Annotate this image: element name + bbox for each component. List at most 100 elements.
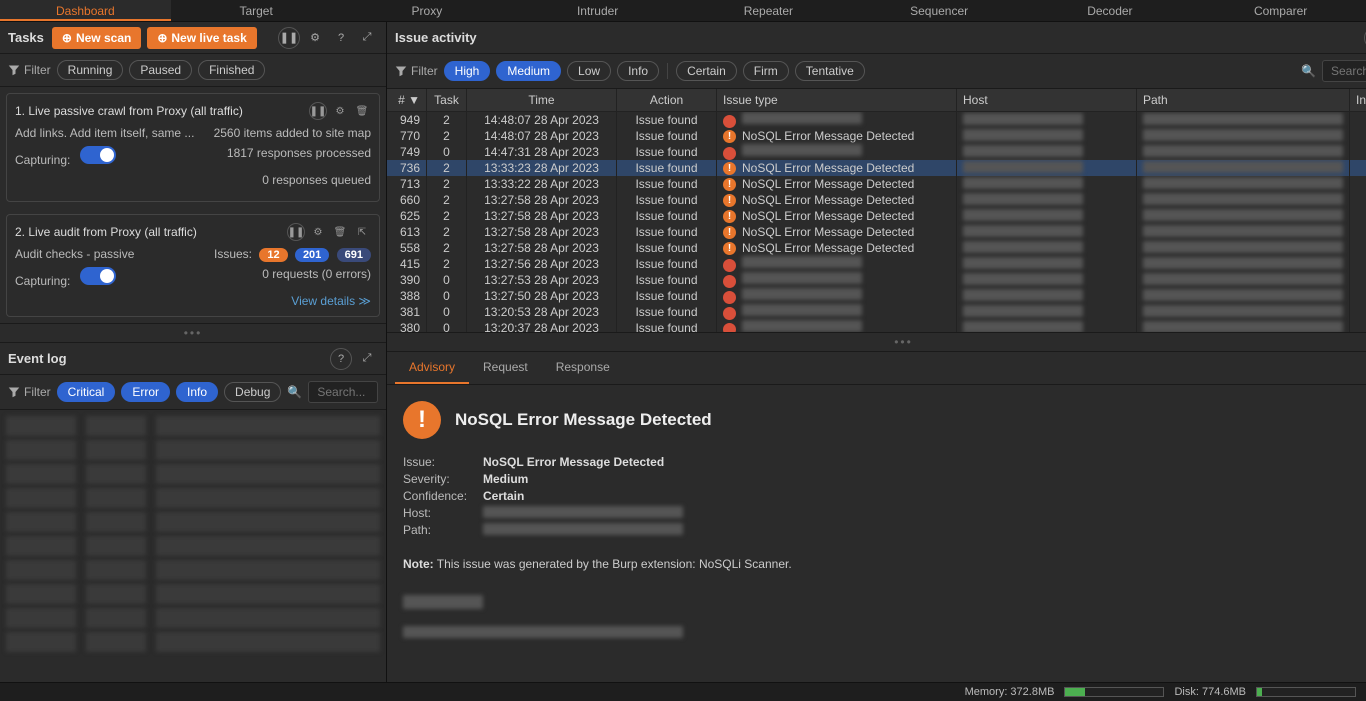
list-item[interactable]: [6, 632, 380, 652]
list-item[interactable]: [6, 416, 380, 436]
main-tab-proxy[interactable]: Proxy: [342, 0, 513, 21]
main-tab-bar: DashboardTargetProxyIntruderRepeaterSequ…: [0, 0, 1366, 22]
main-tab-decoder[interactable]: Decoder: [1025, 0, 1196, 21]
disk-label: Disk: 774.6MB: [1174, 686, 1246, 698]
issue-filter-bar: Filter High Medium Low Info Certain Firm…: [387, 54, 1366, 89]
expand-icon[interactable]: ⤢: [356, 27, 378, 49]
pill-debug[interactable]: Debug: [224, 382, 281, 402]
list-item[interactable]: [6, 440, 380, 460]
filter-label: Filter: [8, 385, 51, 399]
tab-advisory[interactable]: Advisory: [395, 352, 469, 384]
main-tab-dashboard[interactable]: Dashboard: [0, 0, 171, 21]
trash-icon[interactable]: 🗑: [353, 102, 371, 120]
popout-icon[interactable]: ⇱: [353, 223, 371, 241]
advisory-field: Severity:Medium: [403, 472, 1366, 486]
eventlog-search-input[interactable]: [308, 381, 378, 403]
th-type[interactable]: Issue type: [717, 89, 957, 111]
gear-icon[interactable]: ⚙: [309, 223, 327, 241]
funnel-icon: [8, 64, 20, 76]
trash-icon[interactable]: 🗑: [331, 223, 349, 241]
th-time[interactable]: Time: [467, 89, 617, 111]
search-icon: 🔍: [287, 385, 302, 399]
task-title: 1. Live passive crawl from Proxy (all tr…: [15, 104, 305, 118]
view-details-link[interactable]: View details ≫: [15, 294, 371, 308]
pill-high[interactable]: High: [444, 61, 491, 81]
pause-icon[interactable]: ❚❚: [309, 102, 327, 120]
main-tab-intruder[interactable]: Intruder: [512, 0, 683, 21]
th-path[interactable]: Path: [1137, 89, 1350, 111]
filter-running[interactable]: Running: [57, 60, 124, 80]
main-tab-target[interactable]: Target: [171, 0, 342, 21]
main-tab-repeater[interactable]: Repeater: [683, 0, 854, 21]
list-item[interactable]: [6, 560, 380, 580]
expand-icon[interactable]: ⤢: [356, 348, 378, 370]
tasks-header: Tasks ⊕ New scan ⊕ New live task ❚❚ ⚙ ? …: [0, 22, 386, 54]
issue-title: Issue activity: [395, 30, 477, 45]
pause-icon[interactable]: ❚❚: [287, 223, 305, 241]
new-live-task-button[interactable]: ⊕ New live task: [147, 27, 256, 49]
filter-label: Filter: [395, 64, 438, 78]
capturing-label: Capturing:: [15, 146, 116, 167]
filter-finished[interactable]: Finished: [198, 60, 265, 80]
task-title: 2. Live audit from Proxy (all traffic): [15, 225, 283, 239]
status-bar: Memory: 372.8MB Disk: 774.6MB: [0, 682, 1366, 701]
th-task[interactable]: Task: [427, 89, 467, 111]
task-stat: 0 requests (0 errors): [262, 267, 371, 288]
eventlog-table: [0, 410, 386, 682]
eventlog-header: Event log ? ⤢: [0, 343, 386, 375]
detail-tabs: Advisory Request Response: [387, 352, 1366, 385]
advisory-note: Note: This issue was generated by the Bu…: [403, 557, 1366, 571]
gear-icon[interactable]: ⚙: [331, 102, 349, 120]
new-scan-button[interactable]: ⊕ New scan: [52, 27, 141, 49]
list-item[interactable]: [6, 608, 380, 628]
pill-medium[interactable]: Medium: [496, 61, 561, 81]
tasks-filter-bar: Filter Running Paused Finished: [0, 54, 386, 87]
tab-response[interactable]: Response: [542, 352, 624, 384]
task-stat: 0 responses queued: [262, 173, 371, 187]
memory-meter: [1064, 687, 1164, 697]
main-tab-comparer[interactable]: Comparer: [1195, 0, 1366, 21]
issue-search-input[interactable]: [1322, 60, 1366, 82]
th-action[interactable]: Action: [617, 89, 717, 111]
plus-icon: ⊕: [157, 31, 167, 45]
filter-label: Filter: [8, 63, 51, 77]
capturing-toggle[interactable]: [80, 267, 116, 285]
list-item[interactable]: [6, 512, 380, 532]
pill-tentative[interactable]: Tentative: [795, 61, 865, 81]
list-item[interactable]: [6, 536, 380, 556]
h-splitter[interactable]: •••: [387, 332, 1366, 352]
pill-certain[interactable]: Certain: [676, 61, 737, 81]
settings-icon[interactable]: ⚙: [304, 27, 326, 49]
advisory-field: Confidence:Certain: [403, 489, 1366, 503]
advisory-field: Host:: [403, 506, 1366, 520]
tasks-title: Tasks: [8, 30, 44, 45]
capturing-label: Capturing:: [15, 267, 116, 288]
table-row[interactable]: 380013:20:37 28 Apr 2023Issue found: [387, 320, 1366, 332]
th-host[interactable]: Host: [957, 89, 1137, 111]
th-insertion[interactable]: Insertion: [1350, 89, 1366, 111]
pill-firm[interactable]: Firm: [743, 61, 789, 81]
th-num[interactable]: # ▼: [387, 89, 427, 111]
pill-critical[interactable]: Critical: [57, 382, 116, 402]
task-subtext: Add links. Add item itself, same ...: [15, 126, 194, 140]
h-splitter[interactable]: •••: [0, 323, 386, 343]
filter-paused[interactable]: Paused: [129, 60, 192, 80]
issue-table-header: # ▼ Task Time Action Issue type Host Pat…: [387, 89, 1366, 112]
main-tab-sequencer[interactable]: Sequencer: [854, 0, 1025, 21]
pause-all-button[interactable]: ❚❚: [278, 27, 300, 49]
help-icon[interactable]: ?: [330, 27, 352, 49]
advisory-field: Issue:NoSQL Error Message Detected: [403, 455, 1366, 469]
list-item[interactable]: [6, 584, 380, 604]
task-stat: 1817 responses processed: [227, 146, 371, 167]
severity-icon: [723, 323, 736, 332]
capturing-toggle[interactable]: [80, 146, 116, 164]
help-icon[interactable]: ?: [330, 348, 352, 370]
pill-low[interactable]: Low: [567, 61, 611, 81]
pill-error[interactable]: Error: [121, 382, 170, 402]
pill-info[interactable]: Info: [176, 382, 218, 402]
pill-info[interactable]: Info: [617, 61, 659, 81]
plus-icon: ⊕: [62, 31, 72, 45]
list-item[interactable]: [6, 488, 380, 508]
list-item[interactable]: [6, 464, 380, 484]
tab-request[interactable]: Request: [469, 352, 542, 384]
